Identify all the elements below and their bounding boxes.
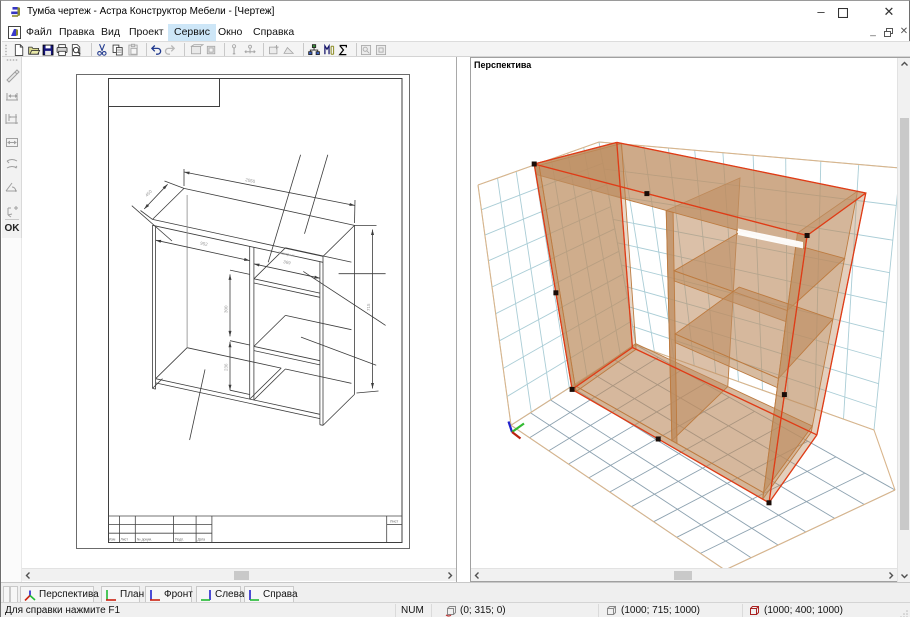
svg-text:Лист: Лист xyxy=(121,538,129,542)
svg-text:715: 715 xyxy=(366,303,371,311)
svg-text:236: 236 xyxy=(224,363,229,371)
svg-text:Лист: Лист xyxy=(390,520,399,524)
svg-text:Подп.: Подп. xyxy=(175,538,184,542)
svg-text:300: 300 xyxy=(224,305,229,313)
svg-text:№ докум.: № докум. xyxy=(137,538,152,542)
svg-text:Изм: Изм xyxy=(109,538,116,542)
svg-text:Дата: Дата xyxy=(198,538,206,542)
